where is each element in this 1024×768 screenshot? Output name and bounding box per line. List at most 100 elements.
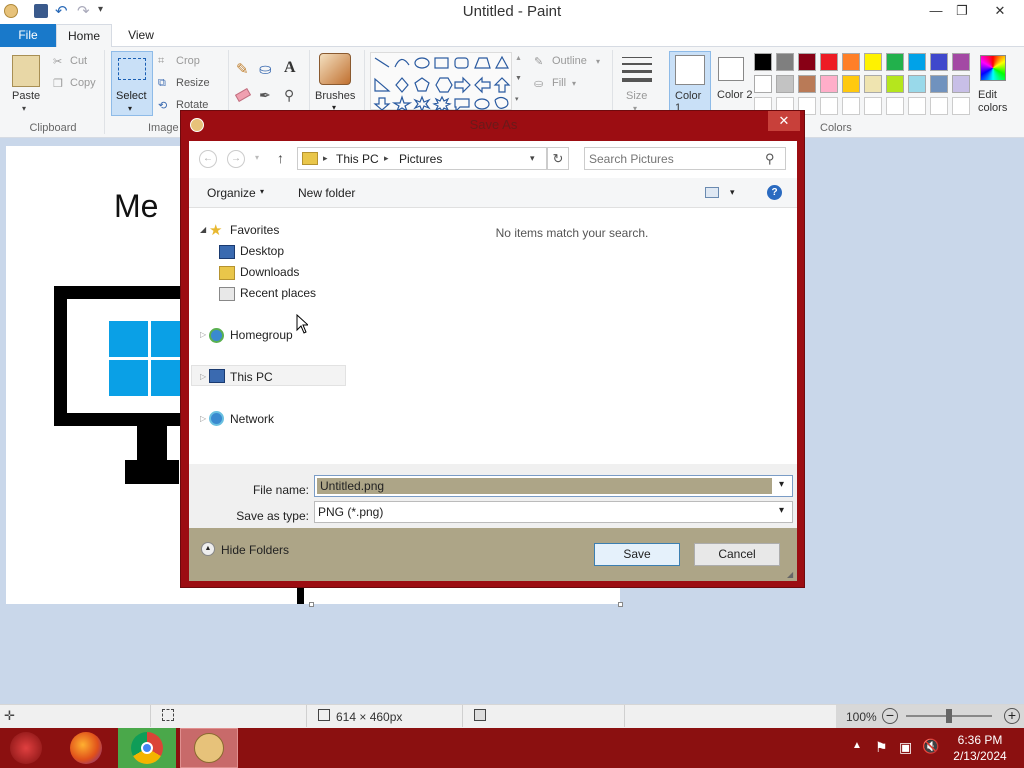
- expand-icon[interactable]: ▷: [200, 372, 206, 381]
- color1-button[interactable]: Color 1: [669, 51, 711, 114]
- palette-swatch[interactable]: [886, 53, 904, 71]
- color2-swatch[interactable]: [718, 57, 744, 81]
- forward-button[interactable]: →: [227, 150, 245, 168]
- view-dropdown-icon[interactable]: ▾: [730, 187, 735, 198]
- zoom-out-button[interactable]: −: [882, 708, 898, 724]
- address-dropdown-icon[interactable]: ▾: [530, 153, 535, 164]
- expand-icon[interactable]: ▷: [200, 414, 206, 423]
- back-button[interactable]: ←: [199, 150, 217, 168]
- palette-swatch[interactable]: [754, 53, 772, 71]
- maximize-button[interactable]: ❐: [946, 0, 978, 22]
- action-center-flag-icon[interactable]: ⚑: [875, 739, 888, 756]
- shapes-gallery[interactable]: [370, 52, 512, 113]
- eraser-icon[interactable]: [234, 88, 252, 102]
- palette-swatch[interactable]: [930, 75, 948, 93]
- palette-swatch[interactable]: [798, 75, 816, 93]
- palette-swatch[interactable]: [886, 75, 904, 93]
- palette-swatch[interactable]: [864, 75, 882, 93]
- tree-downloads[interactable]: Downloads: [240, 265, 299, 279]
- text-tool-icon[interactable]: A: [284, 59, 296, 77]
- tree-desktop[interactable]: Desktop: [240, 244, 284, 258]
- save-as-type-select[interactable]: PNG (*.png) ▾: [314, 501, 793, 523]
- size-button[interactable]: Size: [626, 90, 647, 102]
- search-box[interactable]: ⚲: [584, 147, 786, 170]
- tree-this-pc[interactable]: This PC: [230, 370, 273, 384]
- shapes-scroll-up-icon[interactable]: ▲: [515, 55, 522, 62]
- tree-recent-places[interactable]: Recent places: [240, 286, 316, 300]
- resize-button[interactable]: Resize: [176, 77, 210, 89]
- pencil-icon[interactable]: ✎: [236, 60, 249, 78]
- palette-swatch[interactable]: [864, 53, 882, 71]
- search-input[interactable]: [589, 150, 759, 168]
- copy-button[interactable]: Copy: [70, 77, 96, 89]
- hide-folders-button[interactable]: Hide Folders: [221, 543, 289, 557]
- palette-swatch[interactable]: [820, 53, 838, 71]
- brushes-icon[interactable]: [319, 53, 351, 85]
- cancel-button[interactable]: Cancel: [694, 543, 780, 566]
- change-view-icon[interactable]: [705, 187, 719, 198]
- tree-network[interactable]: Network: [230, 412, 274, 426]
- tree-favorites[interactable]: Favorites: [230, 223, 279, 237]
- volume-muted-icon[interactable]: 🔇: [922, 738, 939, 755]
- tab-home[interactable]: Home: [56, 24, 112, 48]
- palette-swatch[interactable]: [908, 75, 926, 93]
- paint-taskbar-button[interactable]: [180, 728, 238, 768]
- palette-swatch[interactable]: [842, 53, 860, 71]
- file-name-field[interactable]: Untitled.png ▾: [314, 475, 793, 497]
- shapes-more-icon[interactable]: ▾: [515, 95, 519, 103]
- file-name-value[interactable]: Untitled.png: [320, 479, 384, 493]
- color-picker-icon[interactable]: ✒: [259, 87, 271, 104]
- network-tray-icon[interactable]: ▣: [899, 739, 912, 756]
- clock-date[interactable]: 2/13/2024: [944, 749, 1016, 763]
- breadcrumb-this-pc[interactable]: This PC: [336, 152, 379, 166]
- refresh-button[interactable]: ↻: [547, 147, 569, 170]
- brushes-button[interactable]: Brushes: [315, 90, 355, 102]
- palette-swatch[interactable]: [842, 75, 860, 93]
- clock-time[interactable]: 6:36 PM: [944, 733, 1016, 747]
- palette-swatch[interactable]: [776, 75, 794, 93]
- palette-swatch[interactable]: [908, 97, 926, 115]
- paste-button[interactable]: Paste: [12, 90, 40, 102]
- dialog-close-button[interactable]: ✕: [768, 111, 800, 131]
- zoom-in-button[interactable]: +: [1004, 708, 1020, 724]
- palette-swatch[interactable]: [952, 97, 970, 115]
- save-as-type-dropdown-icon[interactable]: ▾: [779, 505, 784, 516]
- palette-swatch[interactable]: [798, 53, 816, 71]
- tab-file[interactable]: File: [0, 24, 56, 47]
- breadcrumb-pictures[interactable]: Pictures: [399, 152, 442, 166]
- edit-colors-icon[interactable]: [980, 55, 1006, 81]
- palette-swatch[interactable]: [820, 97, 838, 115]
- paste-dropdown-icon[interactable]: ▾: [22, 104, 26, 113]
- file-list[interactable]: No items match your search.: [349, 213, 795, 493]
- address-bar[interactable]: ▸ This PC ▸ Pictures ▾: [297, 147, 547, 170]
- up-button[interactable]: ↑: [277, 150, 284, 166]
- chrome-taskbar-button[interactable]: [118, 728, 176, 768]
- expand-collapse-icon[interactable]: ◢: [200, 225, 206, 234]
- firefox-icon[interactable]: [70, 732, 102, 764]
- file-name-dropdown-icon[interactable]: ▾: [779, 479, 784, 490]
- help-icon[interactable]: ?: [767, 185, 782, 200]
- palette-swatch[interactable]: [930, 53, 948, 71]
- select-button[interactable]: Select ▾: [111, 51, 153, 116]
- palette-swatch[interactable]: [864, 97, 882, 115]
- palette-swatch[interactable]: [776, 53, 794, 71]
- fill-bucket-icon[interactable]: ⛀: [259, 60, 272, 78]
- outline-button[interactable]: Outline: [552, 55, 587, 67]
- size-icon[interactable]: [622, 57, 652, 82]
- palette-swatch[interactable]: [952, 53, 970, 71]
- dialog-resize-grip[interactable]: ◢: [787, 570, 793, 579]
- palette-swatch[interactable]: [754, 75, 772, 93]
- tab-view[interactable]: View: [118, 24, 164, 47]
- hide-folders-icon[interactable]: ▲: [201, 542, 215, 556]
- start-button[interactable]: [10, 732, 42, 764]
- cut-button[interactable]: Cut: [70, 55, 87, 67]
- shapes-scroll-down-icon[interactable]: ▼: [515, 75, 522, 82]
- tree-homegroup[interactable]: Homegroup: [230, 328, 293, 342]
- palette-swatch[interactable]: [930, 97, 948, 115]
- recent-locations-icon[interactable]: ▾: [255, 153, 259, 162]
- save-button[interactable]: Save: [594, 543, 680, 566]
- canvas-resize-handle[interactable]: [309, 602, 314, 607]
- close-button[interactable]: ✕: [982, 0, 1018, 22]
- expand-icon[interactable]: ▷: [200, 330, 206, 339]
- fill-dropdown-icon[interactable]: ▾: [572, 79, 576, 88]
